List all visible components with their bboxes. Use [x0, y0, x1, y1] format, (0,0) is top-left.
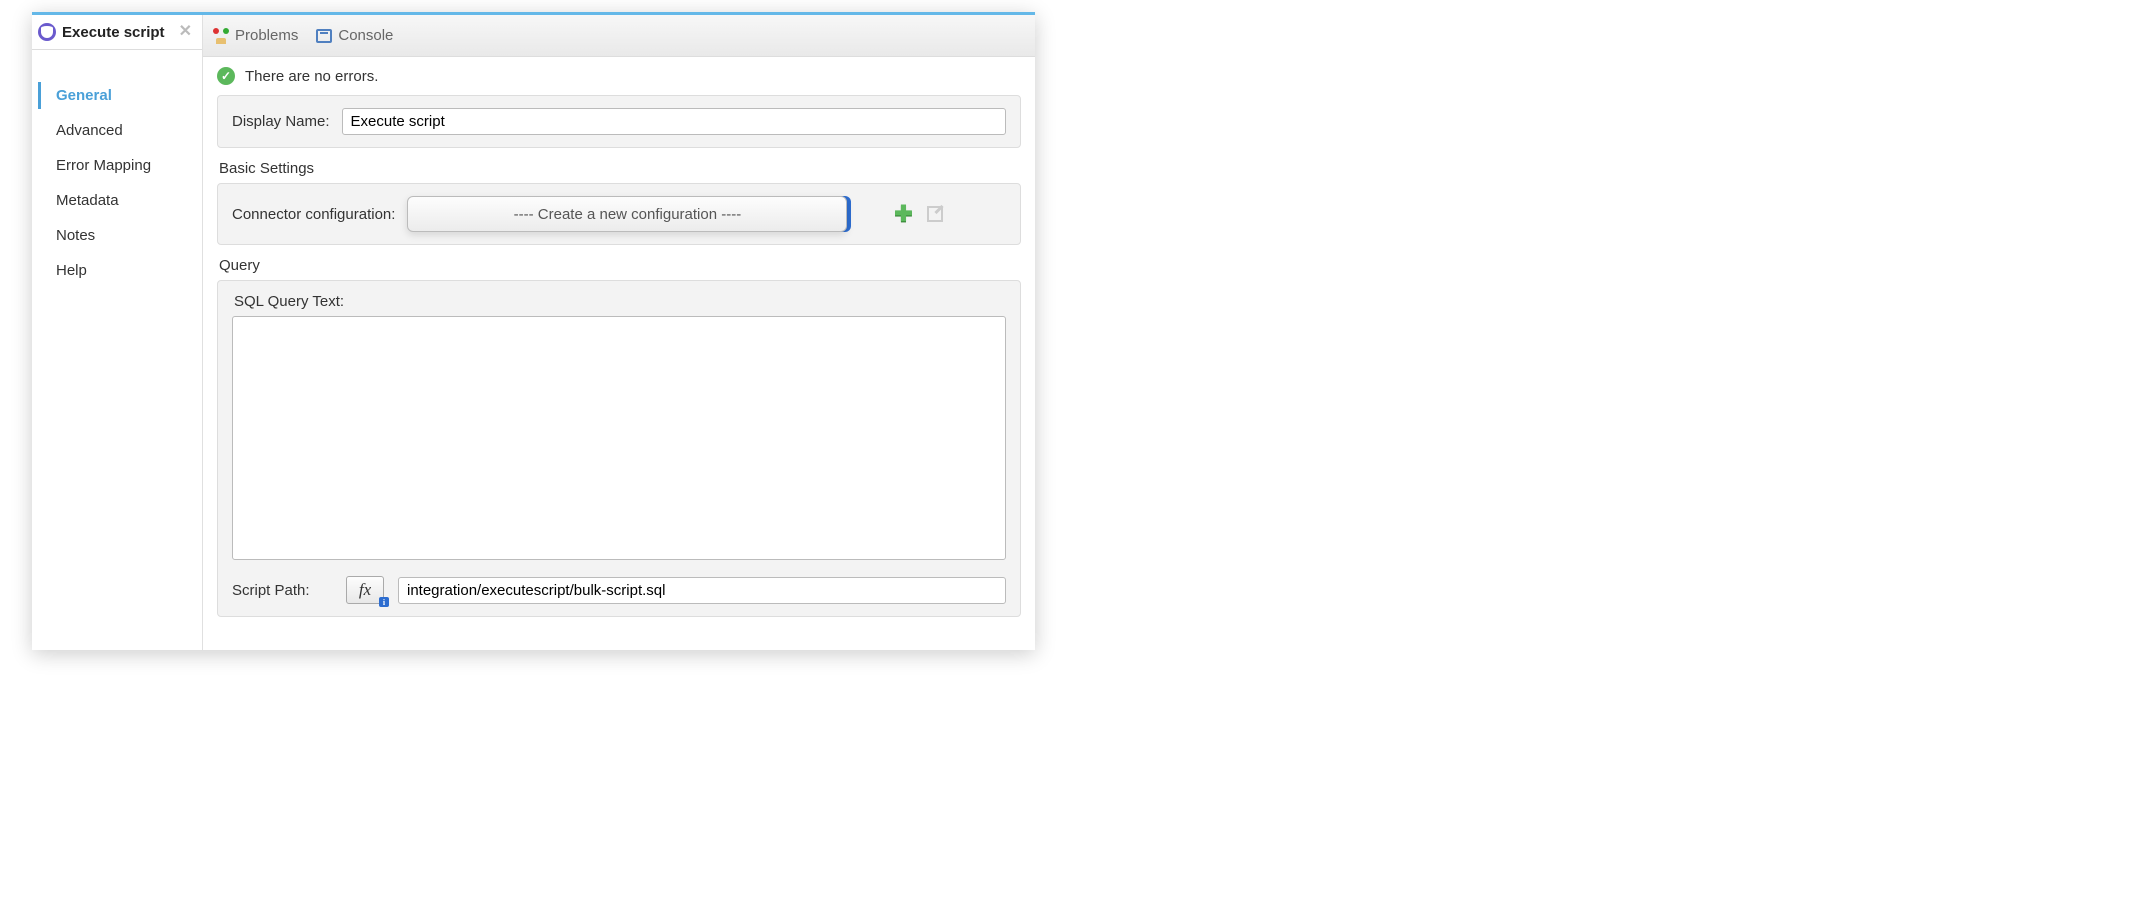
script-path-input[interactable] — [398, 577, 1006, 604]
add-config-button[interactable]: ✚ — [893, 204, 913, 224]
active-tab-label: Execute script — [62, 24, 169, 41]
connector-config-label: Connector configuration: — [232, 206, 395, 223]
form-content: Display Name: Basic Settings Connector c… — [203, 95, 1035, 650]
basic-settings-section: Connector configuration: ---- Create a n… — [217, 183, 1021, 245]
sidebar: Execute script ✕ General Advanced Error … — [32, 15, 202, 650]
sidebar-item-general[interactable]: General — [32, 78, 202, 113]
sql-query-textarea[interactable] — [232, 316, 1006, 560]
display-name-section: Display Name: — [217, 95, 1021, 148]
database-icon — [38, 23, 56, 41]
edit-icon — [927, 206, 943, 222]
active-editor-tab[interactable]: Execute script ✕ — [32, 15, 202, 50]
fx-label: fx — [359, 580, 371, 600]
connector-config-dropdown[interactable]: ---- Create a new configuration ---- — [407, 196, 847, 232]
display-name-label: Display Name: — [232, 113, 330, 130]
app-window: Execute script ✕ General Advanced Error … — [32, 12, 1035, 650]
console-icon — [316, 29, 332, 43]
sidebar-item-advanced[interactable]: Advanced — [32, 113, 202, 148]
tab-label: Problems — [235, 27, 298, 44]
tab-problems[interactable]: Problems — [213, 27, 298, 44]
status-message: There are no errors. — [245, 68, 378, 85]
display-name-input[interactable] — [342, 108, 1006, 135]
sidebar-item-label: Metadata — [56, 192, 119, 209]
tab-label: Console — [338, 27, 393, 44]
sidebar-item-label: Notes — [56, 227, 95, 244]
view-tabs: Problems Console — [203, 15, 1035, 57]
sidebar-item-label: Help — [56, 262, 87, 279]
sidebar-item-notes[interactable]: Notes — [32, 218, 202, 253]
sidebar-item-help[interactable]: Help — [32, 253, 202, 288]
sidebar-item-error-mapping[interactable]: Error Mapping — [32, 148, 202, 183]
sidebar-nav: General Advanced Error Mapping Metadata … — [32, 78, 202, 288]
info-badge-icon: i — [379, 597, 389, 607]
fx-button[interactable]: fx i — [346, 576, 384, 604]
query-section: SQL Query Text: Script Path: fx i — [217, 280, 1021, 617]
sidebar-item-label: Advanced — [56, 122, 123, 139]
problems-icon — [213, 28, 229, 44]
sidebar-item-metadata[interactable]: Metadata — [32, 183, 202, 218]
edit-config-button[interactable] — [925, 204, 945, 224]
script-path-label: Script Path: — [232, 582, 332, 599]
plus-icon: ✚ — [894, 201, 912, 227]
dropdown-selected-text: ---- Create a new configuration ---- — [514, 206, 742, 223]
tab-console[interactable]: Console — [316, 27, 393, 44]
status-bar: ✓ There are no errors. — [203, 57, 1035, 95]
basic-settings-title: Basic Settings — [217, 156, 1021, 183]
sidebar-item-label: Error Mapping — [56, 157, 151, 174]
sidebar-item-label: General — [56, 87, 112, 104]
sql-query-label: SQL Query Text: — [232, 293, 1006, 316]
check-icon: ✓ — [217, 67, 235, 85]
main-panel: Problems Console ✓ There are no errors. … — [202, 15, 1035, 650]
query-title: Query — [217, 253, 1021, 280]
close-icon[interactable]: ✕ — [175, 24, 196, 40]
